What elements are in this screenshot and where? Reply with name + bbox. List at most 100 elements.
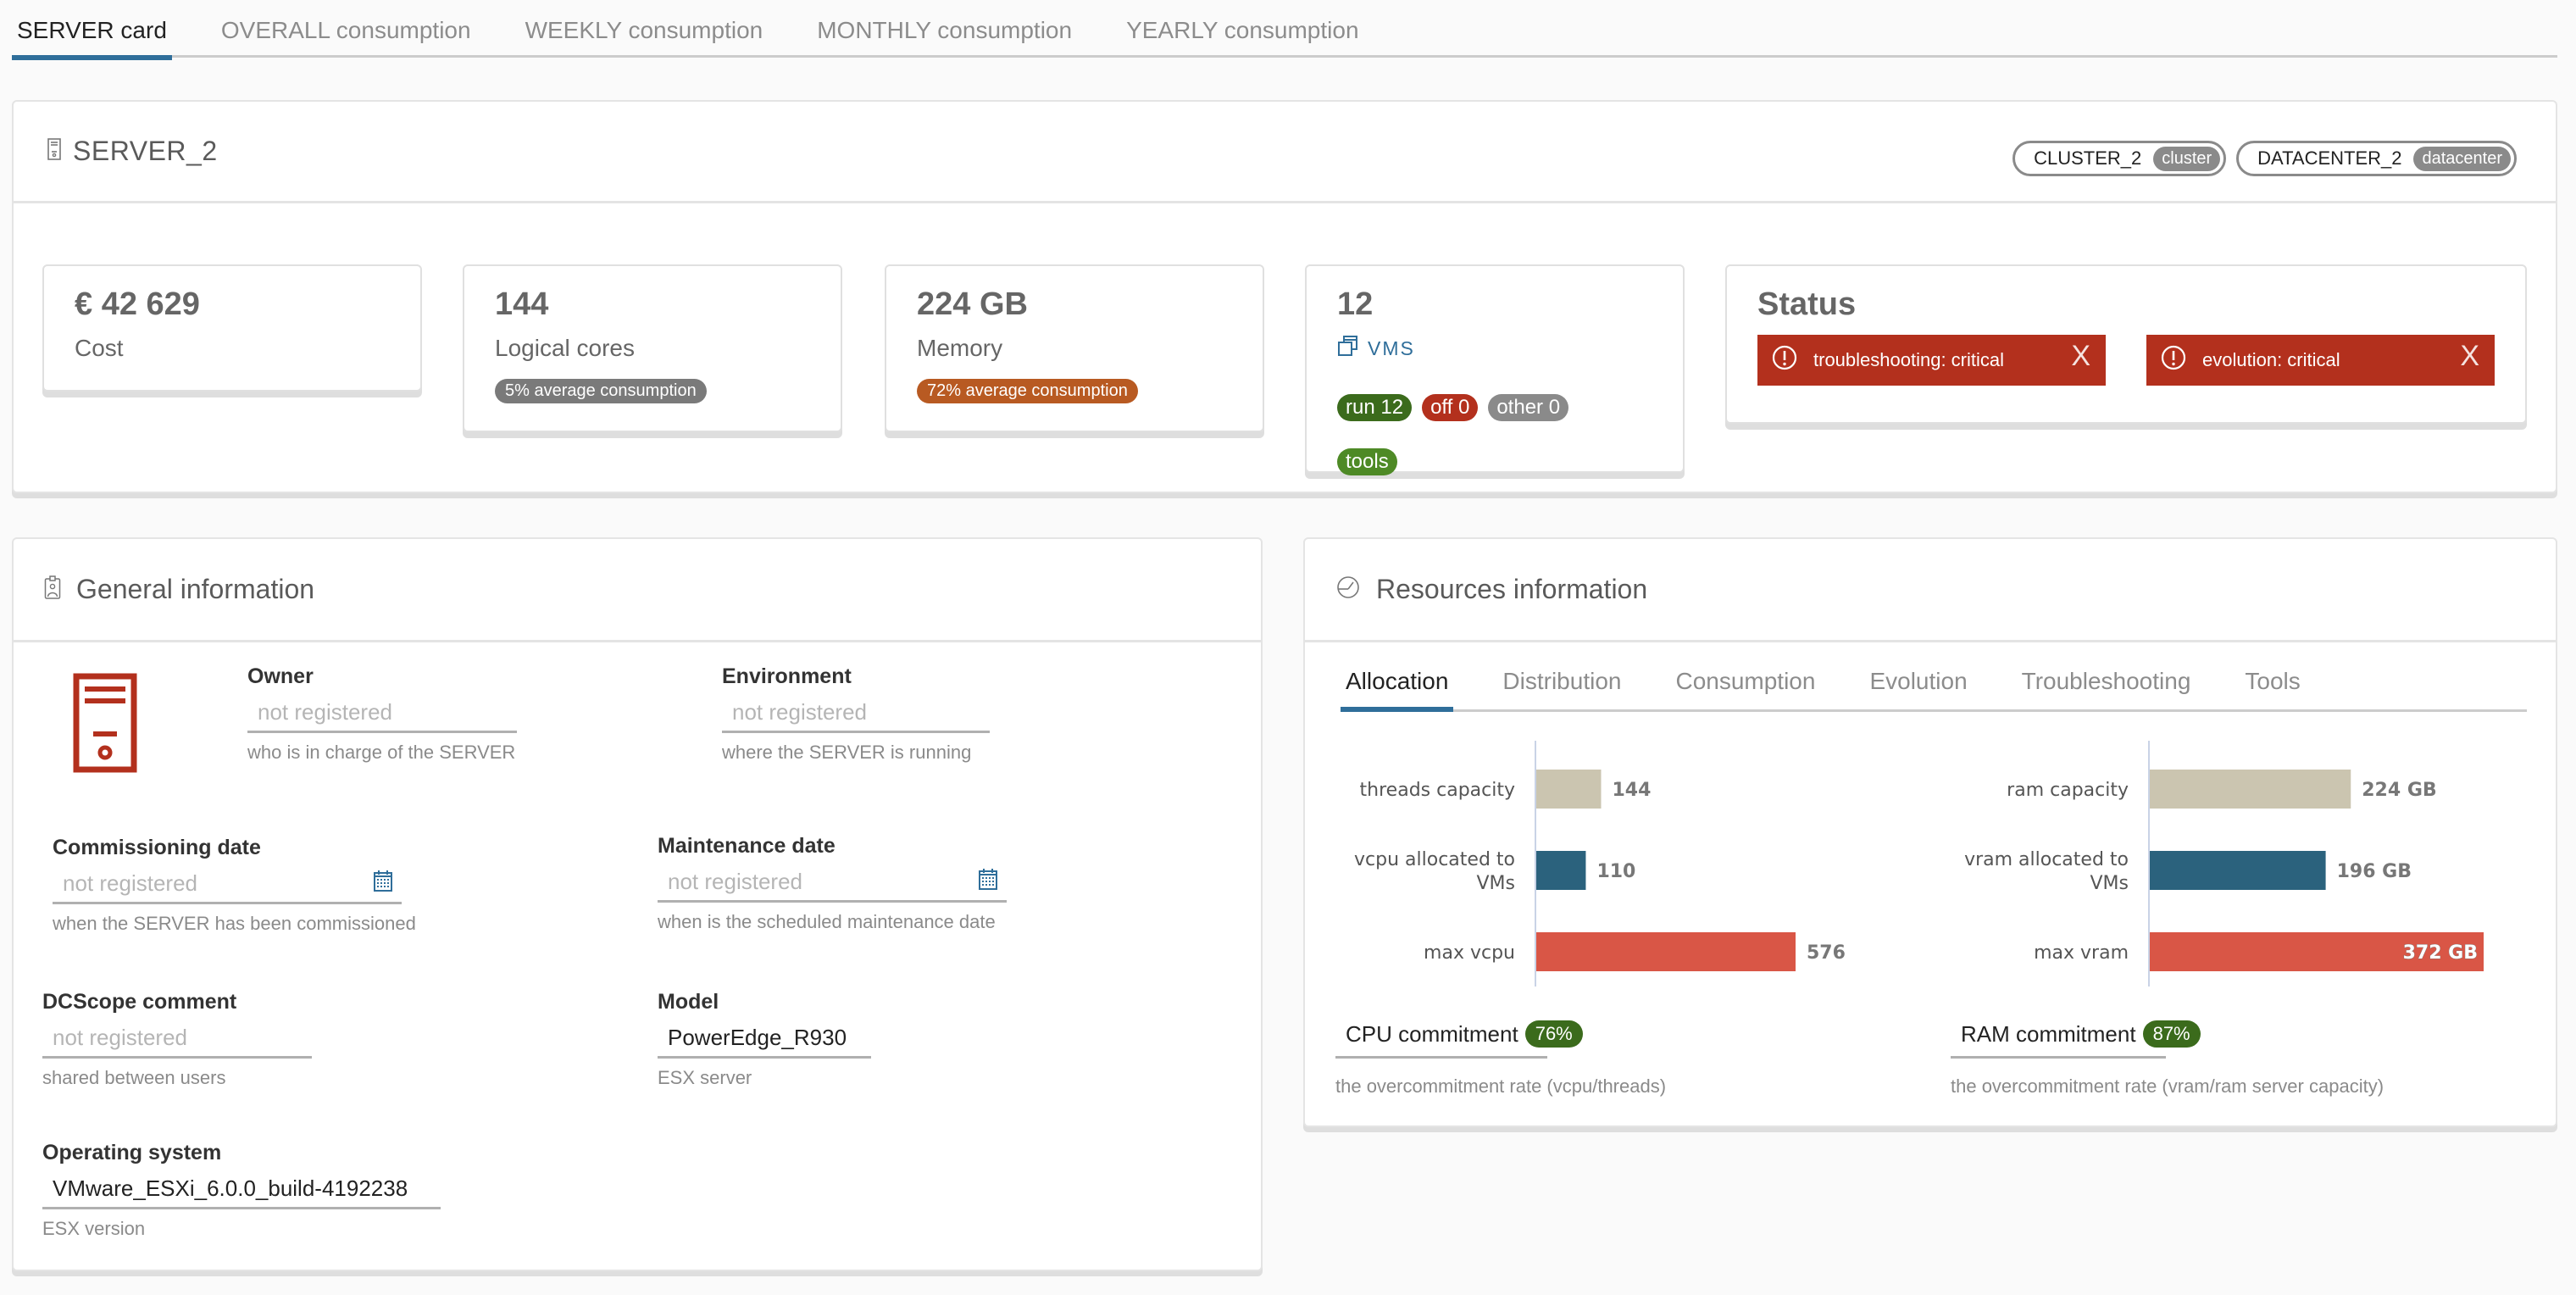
cpu-bar[interactable] (1536, 770, 1602, 809)
vms-icon (1337, 335, 1368, 362)
vms-other-badge[interactable]: other 0 (1488, 394, 1569, 421)
operating-system-input[interactable]: VMware_ESXi_6.0.0_build-4192238 (42, 1170, 441, 1209)
ram-category-label: ram capacity (2007, 780, 2129, 801)
operating-system-help: ESX version (42, 1218, 146, 1239)
badge-id-icon (44, 575, 61, 604)
model-label: Model (658, 990, 719, 1014)
ram-category-label: vram allocated to VMs (1964, 849, 2129, 894)
dcscope-comment-placeholder: not registered (53, 1025, 187, 1050)
cost-value: € 42 629 (75, 286, 200, 322)
vms-running-badge[interactable]: run 12 (1337, 394, 1413, 421)
memory-value: 224 GB (917, 286, 1028, 322)
alert-error-icon (1771, 344, 1798, 376)
tab-tools[interactable]: Tools (2240, 668, 2305, 709)
tab-server-card[interactable]: SERVER card (12, 0, 172, 60)
owner-input[interactable]: not registered (247, 694, 517, 733)
cpu-value-label: 144 (1613, 780, 1652, 801)
ram-commitment: RAM commitment 87% the overcommitment ra… (1951, 1020, 2384, 1098)
commissioning-date-label: Commissioning date (53, 836, 261, 859)
tab-weekly-consumption[interactable]: WEEKLY consumption (520, 0, 769, 58)
server-large-icon (73, 673, 137, 777)
maintenance-date-field: Maintenance date not registered when is … (658, 834, 1007, 933)
server-icon (47, 138, 61, 164)
ram-commitment-badge: 87% (2142, 1020, 2201, 1048)
dcscope-comment-help: shared between users (42, 1067, 226, 1088)
vms-tools-badge[interactable]: tools (1337, 448, 1397, 475)
vms-link[interactable]: VMS (1337, 335, 1652, 362)
environment-placeholder: not registered (732, 699, 867, 725)
maintenance-date-input[interactable]: not registered (658, 864, 1007, 903)
server-header: SERVER_2 CLUSTER_2 cluster DATACENTER_2 da… (14, 102, 2556, 203)
ram-allocation-chart: ram capacity 224 GB vram allocated to VMs 19… (1946, 741, 2539, 999)
close-icon[interactable]: X (2460, 340, 2479, 373)
cores-consumption-badge: 5% average consumption (495, 379, 707, 403)
model-input[interactable]: PowerEdge_R930 (658, 1020, 871, 1059)
owner-field: Owner not registered who is in charge of… (247, 664, 517, 764)
maintenance-date-label: Maintenance date (658, 834, 836, 858)
top-tab-bar: SERVER card OVERALL consumption WEEKLY c… (12, 0, 2557, 60)
resources-information-title: Resources information (1376, 574, 1648, 604)
dcscope-comment-label: DCScope comment (42, 990, 237, 1014)
tab-evolution[interactable]: Evolution (1864, 668, 1972, 709)
alert-text: troubleshooting: critical (1813, 349, 2005, 370)
status-card: Status troubleshooting: critical X evolu… (1725, 264, 2527, 424)
resources-information-panel: Resources information Allocation Distrib… (1303, 537, 2557, 1127)
general-information-panel: General information Owner not registered… (12, 537, 1263, 1271)
cpu-value-label: 110 (1596, 861, 1635, 882)
gauge-icon (1335, 575, 1361, 604)
cpu-commitment-label: CPU commitment (1346, 1020, 1518, 1047)
vms-off-badge[interactable]: off 0 (1422, 394, 1479, 421)
tab-troubleshooting[interactable]: Troubleshooting (2017, 668, 2196, 709)
operating-system-value: VMware_ESXi_6.0.0_build-4192238 (53, 1176, 408, 1201)
cpu-value-label: 576 (1807, 942, 1846, 964)
commissioning-date-input[interactable]: not registered (53, 865, 402, 904)
owner-help: who is in charge of the SERVER (247, 742, 516, 763)
resources-tab-bar: Allocation Distribution Consumption Evol… (1341, 668, 2527, 712)
tab-overall-consumption[interactable]: OVERALL consumption (216, 0, 476, 58)
alert-error-icon (2160, 344, 2187, 376)
tab-yearly-consumption[interactable]: YEARLY consumption (1121, 0, 1363, 58)
ram-bar[interactable] (2150, 851, 2326, 890)
ram-value-label: 372 GB (2403, 942, 2478, 964)
commissioning-date-field: Commissioning date not registered when t… (53, 836, 416, 935)
environment-label: Environment (722, 664, 852, 688)
cores-card: 144 Logical cores 5% average consumption (463, 264, 842, 432)
model-field: Model PowerEdge_R930 ESX server (658, 990, 871, 1089)
cpu-category-label: threads capacity (1360, 780, 1515, 801)
dcscope-comment-field: DCScope comment not registered shared be… (42, 990, 312, 1089)
ram-commitment-help: the overcommitment rate (vram/ram server… (1951, 1075, 2384, 1097)
datacenter-tag: datacenter (2413, 146, 2511, 171)
datacenter-name: DATACENTER_2 (2257, 147, 2402, 169)
owner-label: Owner (247, 664, 314, 688)
cpu-commitment-help: the overcommitment rate (vcpu/threads) (1335, 1075, 1667, 1097)
ram-commitment-field: RAM commitment 87% (1951, 1020, 2201, 1059)
vms-count: 12 (1337, 286, 1374, 322)
cluster-chip[interactable]: CLUSTER_2 cluster (2012, 141, 2227, 176)
ram-commitment-label: RAM commitment (1961, 1020, 2136, 1047)
cpu-bar[interactable] (1536, 932, 1796, 971)
operating-system-label: Operating system (42, 1141, 222, 1164)
cores-label: Logical cores (495, 335, 635, 361)
tab-allocation[interactable]: Allocation (1341, 668, 1454, 712)
operating-system-field: Operating system VMware_ESXi_6.0.0_build… (42, 1141, 441, 1240)
tab-distribution[interactable]: Distribution (1497, 668, 1626, 709)
environment-field: Environment not registered where the SER… (722, 664, 990, 764)
owner-placeholder: not registered (258, 699, 392, 725)
close-icon[interactable]: X (2071, 340, 2090, 373)
environment-input[interactable]: not registered (722, 694, 990, 733)
tab-monthly-consumption[interactable]: MONTHLY consumption (812, 0, 1077, 58)
cores-value: 144 (495, 286, 549, 322)
ram-bar[interactable] (2150, 770, 2351, 809)
model-help: ESX server (658, 1067, 752, 1088)
datacenter-chip[interactable]: DATACENTER_2 datacenter (2236, 141, 2517, 176)
tab-consumption[interactable]: Consumption (1670, 668, 1820, 709)
maintenance-date-placeholder: not registered (668, 869, 802, 894)
cluster-name: CLUSTER_2 (2034, 147, 2142, 169)
cpu-bar[interactable] (1536, 851, 1586, 890)
calendar-icon[interactable] (373, 869, 393, 898)
calendar-icon[interactable] (978, 867, 998, 897)
cpu-category-label: max vcpu (1424, 942, 1515, 964)
commissioning-date-help: when the SERVER has been commissioned (53, 913, 416, 934)
cpu-commitment-field: CPU commitment 76% (1335, 1020, 1583, 1059)
dcscope-comment-input[interactable]: not registered (42, 1020, 312, 1059)
